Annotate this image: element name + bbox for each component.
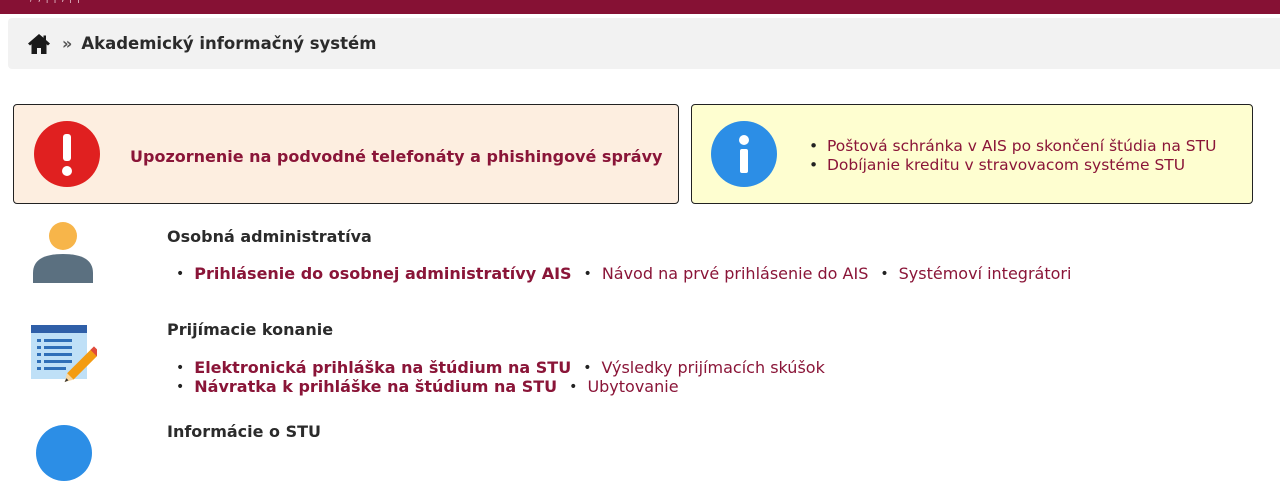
breadcrumb-current: Akademický informačný systém: [81, 34, 377, 53]
system-integrators-link[interactable]: Systémoví integrátori: [899, 264, 1072, 283]
electronic-application-link[interactable]: Elektronická prihláška na štúdium na STU: [194, 358, 571, 377]
section-title-personal: Osobná administratíva: [167, 227, 372, 246]
accommodation-link[interactable]: Ubytovanie: [587, 377, 678, 396]
breadcrumb: » Akademický informačný systém: [8, 18, 1280, 69]
first-login-guide-link[interactable]: Návod na prvé prihlásenie do AIS: [602, 264, 869, 283]
phishing-warning-link[interactable]: Upozornenie na podvodné telefonáty a phi…: [130, 147, 662, 166]
top-header-fragment: / , | | , | |: [30, 0, 81, 4]
links-row: • Prihlásenie do osobnej administratívy …: [176, 264, 1072, 283]
home-icon[interactable]: [27, 33, 51, 55]
application-return-link[interactable]: Návratka k prihláške na štúdium na STU: [194, 377, 557, 396]
login-personal-admin-link[interactable]: Prihlásenie do osobnej administratívy AI…: [194, 264, 571, 283]
entrance-exam-results-link[interactable]: Výsledky prijímacích skúšok: [601, 358, 824, 377]
links-row: • Návratka k prihláške na štúdium na STU…: [176, 377, 679, 396]
list-item: Poštová schránka v AIS po skončení štúdi…: [809, 137, 1216, 156]
top-header-bar: / , | | , | |: [0, 0, 1280, 14]
mailbox-after-study-link[interactable]: Poštová schránka v AIS po skončení štúdi…: [827, 137, 1216, 155]
exclamation-icon: [34, 121, 100, 191]
section-title-admissions: Prijímacie konanie: [167, 320, 334, 339]
info-icon: [711, 121, 777, 191]
info-circle-icon: [36, 425, 92, 485]
links-row: • Elektronická prihláška na štúdium na S…: [176, 358, 825, 377]
warning-alert: Upozornenie na podvodné telefonáty a phi…: [13, 104, 679, 204]
breadcrumb-separator: »: [62, 34, 73, 53]
info-alert: Poštová schránka v AIS po skončení štúdi…: [691, 104, 1253, 204]
person-icon: [33, 221, 93, 287]
canteen-credit-link[interactable]: Dobíjanie kreditu v stravovacom systéme …: [827, 156, 1185, 174]
notepad-pencil-icon: [29, 323, 101, 393]
info-links-list: Poštová schránka v AIS po skončení štúdi…: [809, 137, 1216, 175]
list-item: Dobíjanie kreditu v stravovacom systéme …: [809, 156, 1216, 175]
section-title-about-stu: Informácie o STU: [167, 422, 322, 441]
